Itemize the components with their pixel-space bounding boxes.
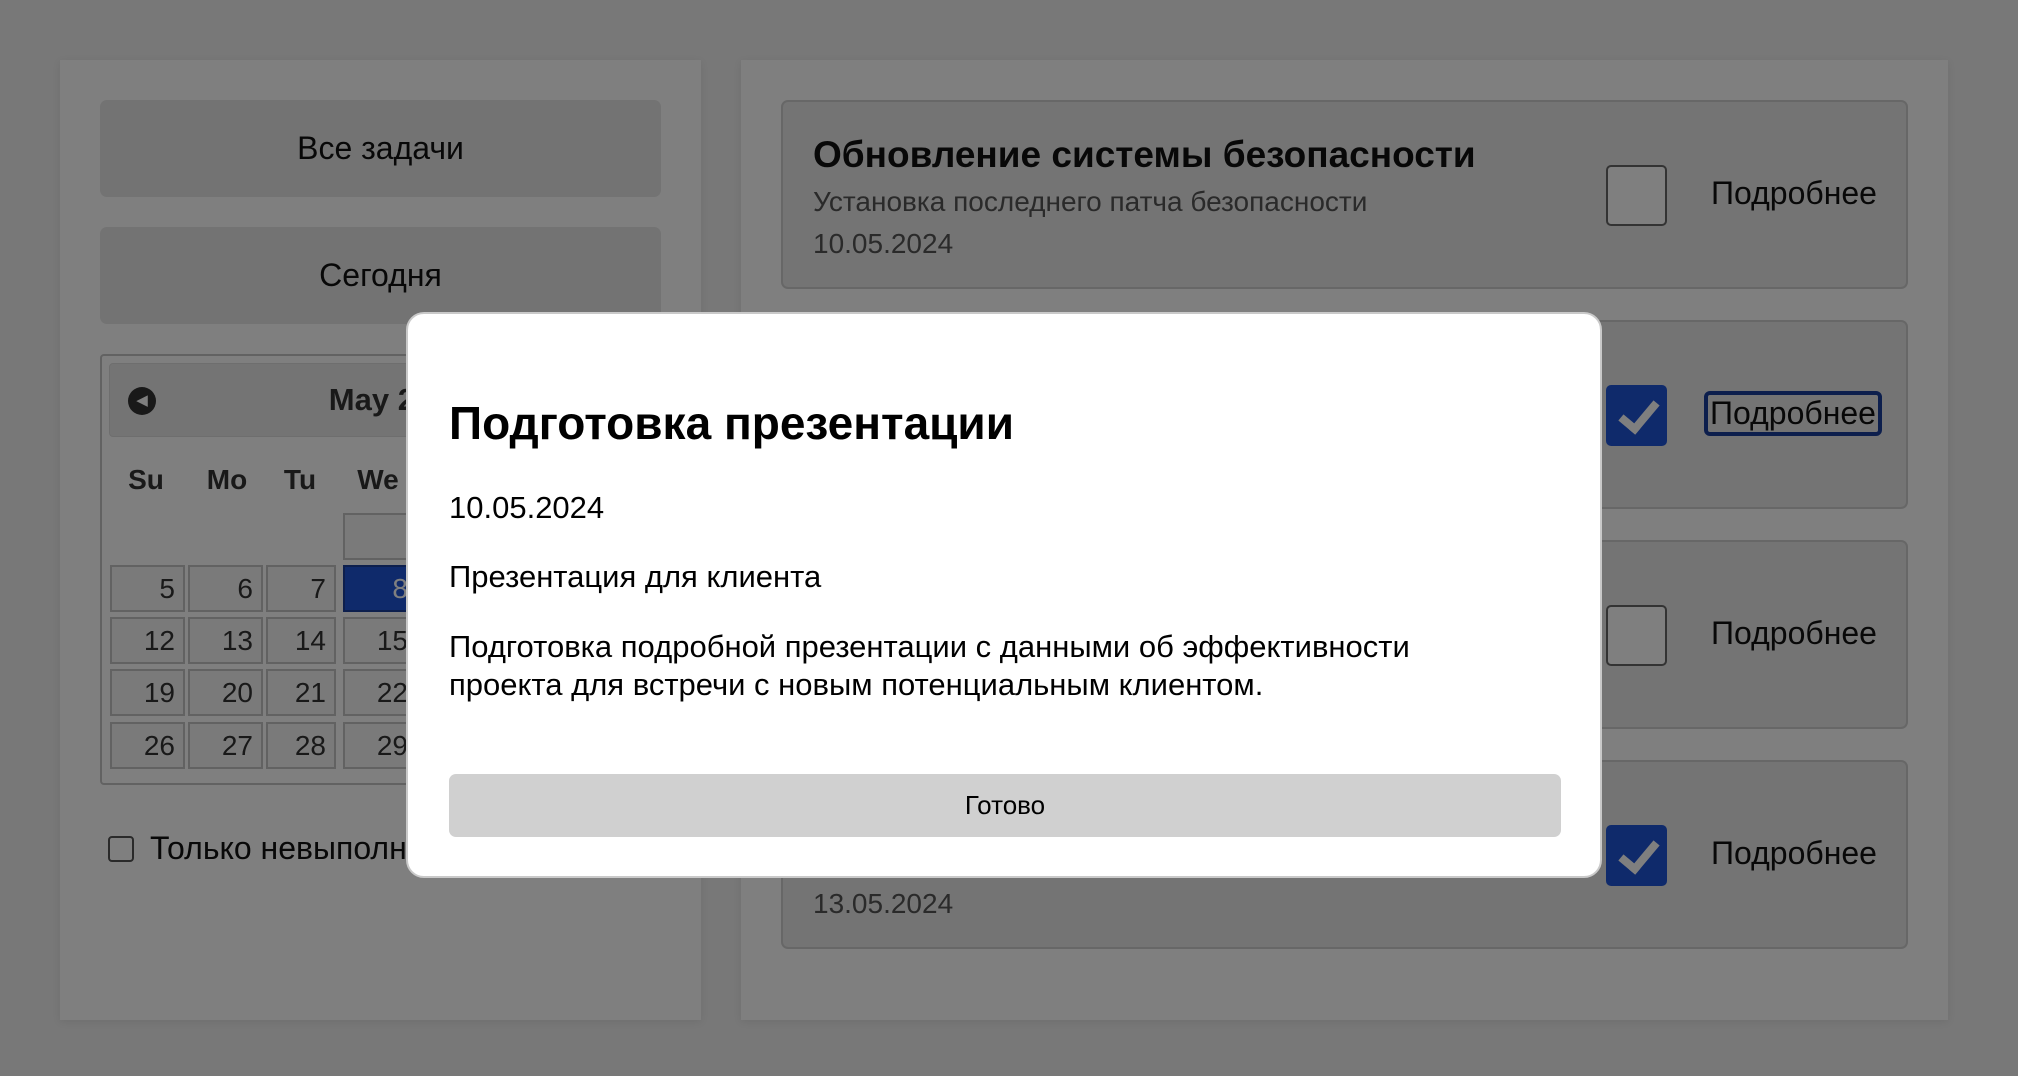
dialog-description: Подготовка подробной презентации с данны…	[449, 629, 1410, 702]
done-button[interactable]: Готово	[449, 774, 1561, 837]
dialog-title: Подготовка презентации	[449, 397, 1014, 449]
dialog-date: 10.05.2024	[449, 490, 605, 525]
task-details-dialog: Подготовка презентации 10.05.2024 Презен…	[406, 312, 1602, 878]
dialog-subtitle: Презентация для клиента	[449, 559, 822, 594]
